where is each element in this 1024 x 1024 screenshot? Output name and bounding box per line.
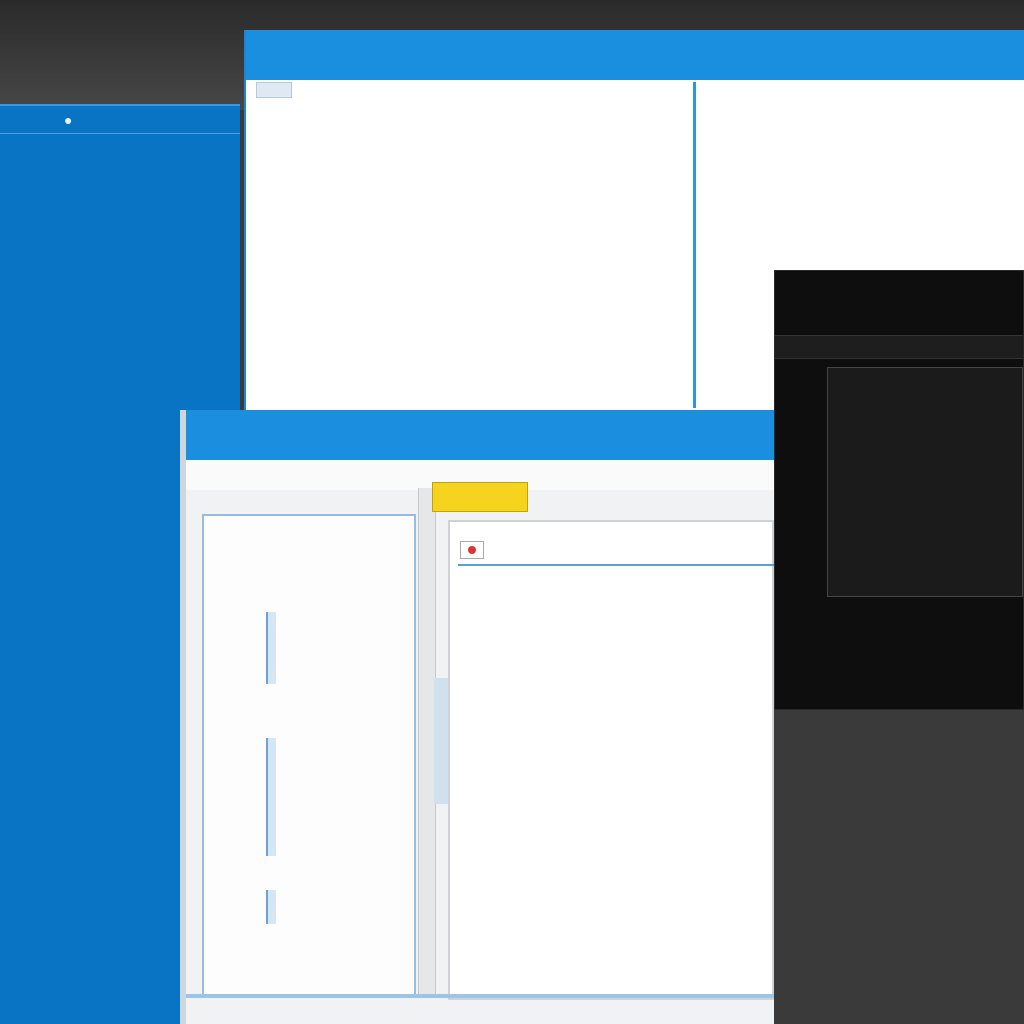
- list-header-handle[interactable]: [256, 82, 292, 98]
- terminal-menu[interactable]: [775, 335, 1023, 359]
- file-list-titlebar[interactable]: [246, 30, 1024, 80]
- type-column: [412, 110, 544, 170]
- editor-status-strip: [186, 994, 774, 998]
- app-icon: ●: [64, 112, 73, 128]
- side-panel-marker[interactable]: [266, 738, 276, 856]
- terminal-title: [775, 271, 1023, 335]
- highlight-tag[interactable]: [432, 482, 528, 512]
- editor-side-panel: [202, 514, 416, 996]
- editor-window[interactable]: [180, 410, 778, 1024]
- url-bar[interactable]: [458, 562, 778, 566]
- name-column: [272, 110, 406, 170]
- side-panel-marker[interactable]: [266, 612, 276, 684]
- file-list-pane[interactable]: [256, 82, 696, 408]
- background-window-titlebar[interactable]: [0, 106, 240, 134]
- file-list-caption: [250, 30, 258, 40]
- document-area[interactable]: [434, 520, 778, 1000]
- line-gutter: [434, 678, 448, 804]
- side-panel-marker[interactable]: [266, 890, 276, 924]
- terminal-window[interactable]: [774, 270, 1024, 710]
- terminal-output: [827, 367, 1023, 597]
- editor-titlebar[interactable]: [186, 410, 774, 460]
- record-icon[interactable]: [460, 541, 484, 559]
- size-column: [550, 110, 670, 170]
